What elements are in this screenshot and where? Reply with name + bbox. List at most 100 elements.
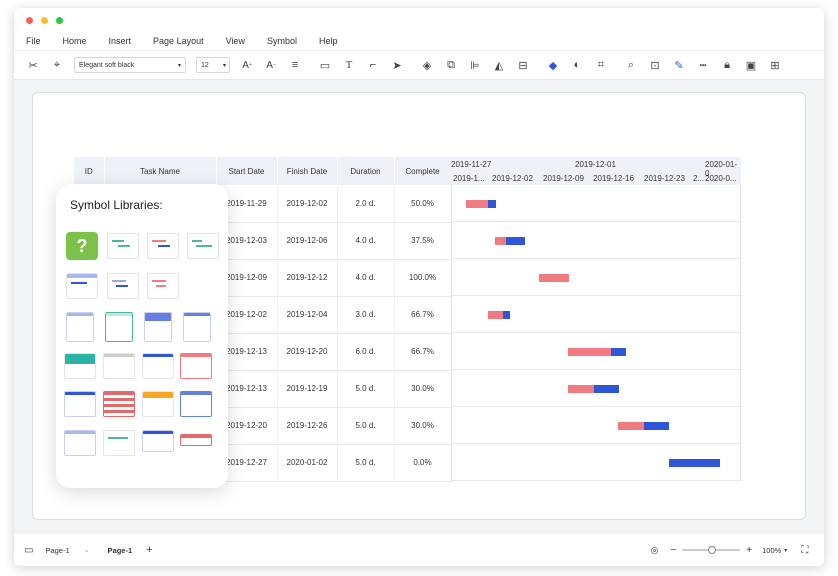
menu-view[interactable]: View — [226, 36, 245, 46]
shape-style-icon[interactable]: ◐ — [570, 58, 584, 72]
task-bar-remaining[interactable] — [644, 422, 669, 430]
line-style-icon[interactable]: ┅ — [696, 58, 710, 72]
timeline-row — [452, 407, 742, 444]
format-painter-icon[interactable]: ⌖ — [50, 58, 64, 72]
calendar-symbol-thumbnail[interactable] — [142, 391, 174, 417]
layers-icon[interactable]: ◈ — [420, 58, 434, 72]
zoom-out-button[interactable]: − — [670, 545, 676, 556]
task-bar-remaining[interactable] — [503, 311, 510, 319]
text-tool-icon[interactable]: T — [342, 58, 356, 72]
menu-symbol[interactable]: Symbol — [267, 36, 297, 46]
menu-bar: File Home Insert Page Layout View Symbol… — [14, 32, 824, 50]
task-bar-remaining[interactable] — [669, 459, 720, 467]
toolbar: ✂ ⌖ Elegant soft black ▾ 12 ▾ A + A − ≡ ▭ … — [14, 50, 824, 80]
calendar-symbol-thumbnail[interactable] — [64, 430, 96, 456]
header-start-date: Start Date — [216, 157, 278, 185]
task-bar-done[interactable] — [488, 311, 503, 319]
timeline-symbol-thumbnail[interactable] — [180, 434, 212, 446]
calendar-symbol-thumbnail[interactable] — [180, 353, 212, 379]
group-icon[interactable]: ⧉ — [444, 58, 458, 72]
calendar-symbol-thumbnail[interactable] — [180, 391, 212, 417]
zoom-slider-handle[interactable] — [708, 546, 717, 554]
cell-complete: 50.0% — [394, 185, 452, 223]
gantt-symbol-thumbnail[interactable] — [187, 233, 219, 259]
task-bar-remaining[interactable] — [506, 237, 525, 245]
chevron-down-icon[interactable]: ▾ — [784, 547, 787, 554]
cell-complete: 66.7% — [394, 296, 452, 334]
timeline-symbol-thumbnail[interactable] — [142, 430, 174, 452]
cell-duration: 2.0 d. — [337, 185, 395, 223]
lock-icon[interactable]: 🔒︎ — [720, 58, 734, 72]
fill-color-icon[interactable]: ◆ — [546, 58, 560, 72]
timeline-bottom-label: 2019-12-16 — [593, 174, 634, 183]
gantt-symbol-thumbnail[interactable] — [66, 273, 98, 299]
menu-help[interactable]: Help — [319, 36, 338, 46]
more-tools-icon[interactable]: ⊞ — [768, 58, 782, 72]
page-selector[interactable]: Page-1 — [45, 546, 69, 555]
calendar-symbol-thumbnail[interactable] — [144, 312, 172, 342]
symbol-libraries-panel: Symbol Libraries: ? — [56, 184, 228, 488]
page-layout-icon[interactable]: ▭ — [24, 545, 33, 556]
calendar-symbol-thumbnail[interactable] — [103, 353, 135, 379]
play-icon[interactable]: ◎ — [651, 545, 659, 556]
task-bar-remaining[interactable] — [594, 385, 619, 393]
font-family-select[interactable]: Elegant soft black ▾ — [74, 57, 186, 73]
gantt-symbol-thumbnail[interactable] — [147, 273, 179, 299]
timeline-row — [452, 444, 742, 481]
search-icon[interactable]: ⌕ — [624, 58, 638, 72]
font-size-select[interactable]: 12 ▾ — [196, 57, 230, 73]
help-icon[interactable]: ? — [66, 232, 98, 260]
task-bar-done[interactable] — [466, 200, 488, 208]
calendar-symbol-thumbnail[interactable] — [183, 312, 211, 342]
add-page-button[interactable]: + — [146, 544, 152, 556]
fit-screen-icon[interactable]: ⛶ — [801, 545, 808, 556]
calendar-symbol-thumbnail[interactable] — [64, 391, 96, 417]
flip-icon[interactable]: ◭ — [492, 58, 506, 72]
menu-page-layout[interactable]: Page Layout — [153, 36, 204, 46]
calendar-symbol-thumbnail[interactable] — [103, 391, 135, 417]
gantt-symbol-thumbnail[interactable] — [107, 233, 139, 259]
task-bar-done[interactable] — [495, 237, 506, 245]
task-bar-done[interactable] — [568, 385, 594, 393]
maximize-window-button[interactable] — [56, 16, 63, 24]
crop-icon[interactable]: ⌗ — [594, 58, 608, 72]
decrease-font-icon[interactable]: A − — [264, 58, 278, 72]
rectangle-icon[interactable]: ▭ — [318, 58, 332, 72]
scissors-icon[interactable]: ✂ — [26, 58, 40, 72]
increase-font-icon[interactable]: A + — [240, 58, 254, 72]
align-left-icon[interactable]: ⊫ — [468, 58, 482, 72]
zoom-in-button[interactable]: + — [746, 545, 752, 556]
task-bar-remaining[interactable] — [488, 200, 496, 208]
minimize-window-button[interactable] — [41, 16, 48, 24]
calendar-symbol-thumbnail[interactable] — [105, 312, 133, 342]
line-color-icon[interactable]: ✎ — [672, 58, 686, 72]
gantt-symbol-thumbnail[interactable] — [147, 233, 179, 259]
zoom-level[interactable]: 100% — [762, 546, 781, 555]
find-replace-icon[interactable]: ⊡ — [648, 58, 662, 72]
chevron-down-icon[interactable]: ⌄ — [84, 546, 90, 554]
menu-file[interactable]: File — [26, 36, 41, 46]
timeline-header: 2019-11-27 2019-12-01 2020-01-0 2019-1..… — [451, 157, 741, 185]
calendar-symbol-thumbnail[interactable] — [64, 353, 96, 379]
cell-finish-date: 2019-12-12 — [277, 259, 338, 297]
zoom-slider[interactable] — [682, 546, 741, 554]
align-text-icon[interactable]: ≡ — [288, 58, 302, 72]
gantt-symbol-thumbnail[interactable] — [107, 273, 139, 299]
fullscreen-icon[interactable]: ▣ — [744, 58, 758, 72]
timeline-symbol-thumbnail[interactable] — [103, 430, 135, 456]
close-window-button[interactable] — [26, 16, 33, 24]
page-tab[interactable]: Page-1 — [108, 546, 133, 555]
distribute-icon[interactable]: ⊟ — [516, 58, 530, 72]
task-bar-remaining[interactable] — [611, 348, 626, 356]
cell-duration: 4.0 d. — [337, 259, 395, 297]
pointer-icon[interactable]: ➤ — [390, 58, 404, 72]
task-bar-done[interactable] — [618, 422, 644, 430]
connector-icon[interactable]: ⌐ — [366, 58, 380, 72]
cell-duration: 5.0 d. — [337, 444, 395, 482]
menu-insert[interactable]: Insert — [109, 36, 132, 46]
calendar-symbol-thumbnail[interactable] — [142, 353, 174, 379]
task-bar-done[interactable] — [539, 274, 569, 282]
menu-home[interactable]: Home — [63, 36, 87, 46]
calendar-symbol-thumbnail[interactable] — [66, 312, 94, 342]
task-bar-done[interactable] — [568, 348, 611, 356]
